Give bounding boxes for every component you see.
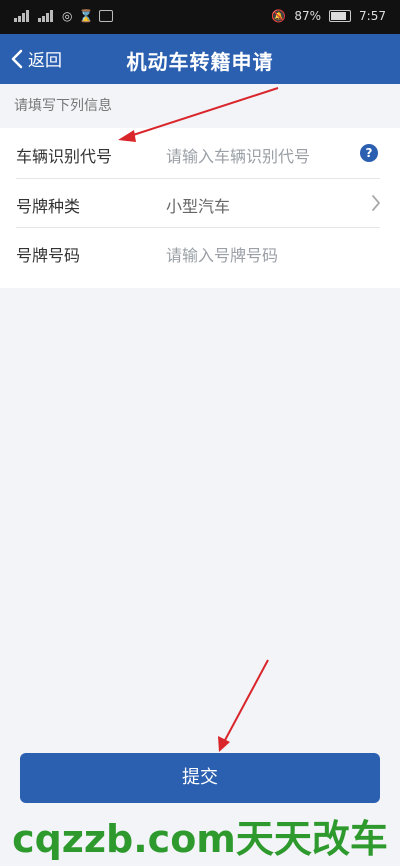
clock: 7:57 xyxy=(359,9,386,23)
wifi-icon: ◎ xyxy=(62,9,73,23)
page-title: 机动车转籍申请 xyxy=(126,50,274,74)
signal-icon-2 xyxy=(38,10,56,22)
chevron-right-icon xyxy=(372,195,380,211)
form-hint: 请填写下列信息 xyxy=(0,84,400,128)
watermark: cqzzb.com天天改车 xyxy=(12,817,388,861)
battery-icon xyxy=(329,10,352,22)
plate-type-row[interactable]: 号牌种类 小型汽车 xyxy=(0,178,400,228)
plate-number-label: 号牌号码 xyxy=(16,246,81,265)
nav-bar: 返回 机动车转籍申请 xyxy=(0,34,400,84)
hourglass-icon: ⌛ xyxy=(78,9,94,23)
plate-type-label: 号牌种类 xyxy=(16,197,81,216)
status-left-icons: ◎ ⌛ xyxy=(14,9,114,23)
battery-percent: 87% xyxy=(294,9,322,23)
vin-input[interactable]: 请输入车辆识别代号 xyxy=(166,143,310,167)
plate-number-row[interactable]: 号牌号码 请输入号牌号码 xyxy=(0,227,400,277)
submit-button[interactable]: 提交 xyxy=(20,753,380,803)
form-hint-text: 请填写下列信息 xyxy=(14,98,112,114)
status-bar: ◎ ⌛ 🔕 87% 7:57 xyxy=(0,0,400,34)
plate-type-value[interactable]: 小型汽车 xyxy=(166,193,230,217)
status-right: 🔕 87% 7:57 xyxy=(271,9,386,23)
vin-row[interactable]: 车辆识别代号 请输入车辆识别代号 ? xyxy=(0,128,400,178)
mute-icon: 🔕 xyxy=(271,9,287,23)
help-icon[interactable]: ? xyxy=(360,144,378,162)
app-notification-icon xyxy=(99,10,114,22)
signal-icon xyxy=(14,10,32,22)
plate-number-input[interactable]: 请输入号牌号码 xyxy=(166,242,278,266)
annotation-arrow-bottom xyxy=(218,659,269,752)
vin-label: 车辆识别代号 xyxy=(16,147,113,166)
vehicle-transfer-form: 车辆识别代号 请输入车辆识别代号 ? 号牌种类 小型汽车 号牌号码 请输入号牌号… xyxy=(0,128,400,288)
